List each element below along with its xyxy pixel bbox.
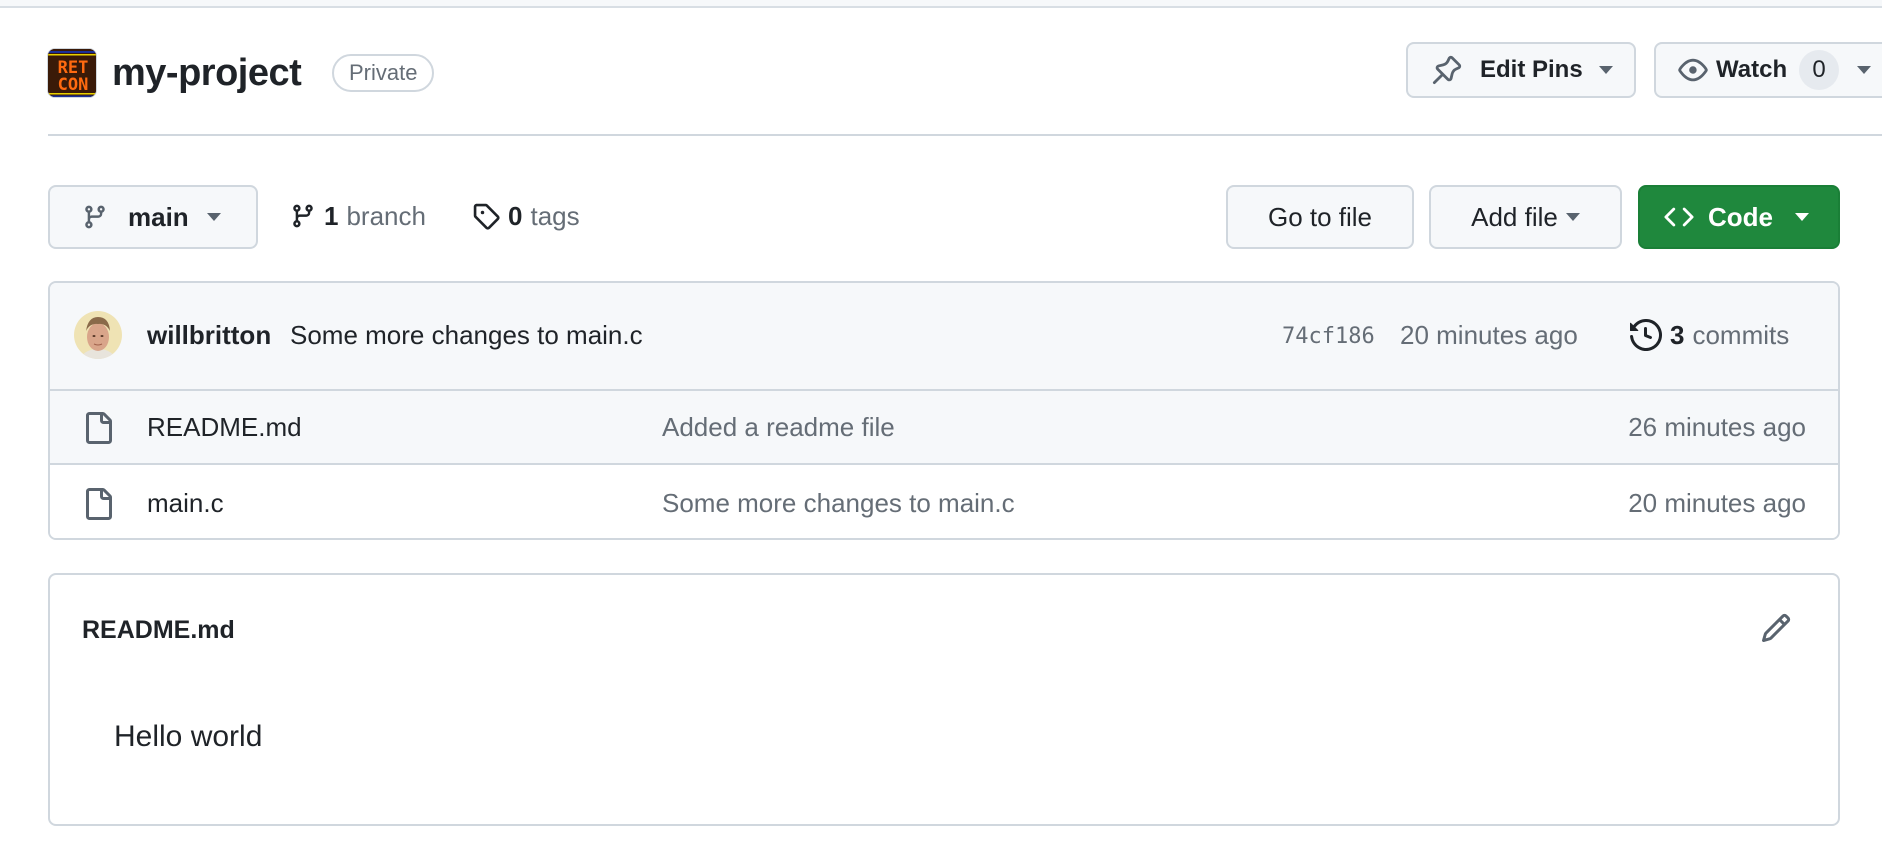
file-icon: [86, 412, 112, 444]
edit-pins-label: Edit Pins: [1480, 56, 1583, 83]
tags-link[interactable]: 0 tags: [472, 196, 580, 236]
tag-count: 0: [508, 200, 523, 231]
readme-content: Hello world: [114, 720, 263, 753]
pencil-icon: [1761, 613, 1791, 643]
tag-label: tags: [530, 200, 580, 231]
commit-count: 3: [1670, 320, 1685, 350]
author-avatar[interactable]: [74, 311, 122, 359]
chevron-down-icon: [1857, 66, 1872, 74]
user-photo-icon: [74, 311, 122, 359]
chevron-down-icon: [206, 213, 221, 221]
chevron-down-icon: [1795, 213, 1809, 221]
current-branch-label: main: [128, 201, 189, 232]
code-label: Code: [1708, 201, 1773, 232]
file-commit-time: 20 minutes ago: [1628, 488, 1806, 518]
pin-icon: [1432, 55, 1462, 85]
file-name[interactable]: main.c: [147, 485, 224, 521]
add-file-label: Add file: [1471, 201, 1558, 232]
latest-commit-bar: willbritton Some more changes to main.c …: [50, 283, 1838, 391]
branch-label: branch: [346, 200, 426, 231]
commit-label: commits: [1692, 320, 1790, 350]
repo-name[interactable]: my-project: [112, 46, 302, 100]
tag-icon: [473, 203, 500, 230]
branch-count: 1: [324, 200, 339, 231]
commits-history-link[interactable]: 3 commits: [1630, 315, 1789, 355]
file-commit-message[interactable]: Some more changes to main.c: [662, 485, 1015, 521]
svg-text:CON: CON: [58, 75, 89, 95]
commit-sha[interactable]: 74cf186: [1282, 319, 1375, 355]
file-commit-time: 26 minutes ago: [1628, 412, 1806, 442]
history-icon: [1630, 319, 1662, 351]
edit-readme-button[interactable]: [1760, 612, 1792, 649]
add-file-button[interactable]: Add file: [1429, 185, 1622, 249]
code-icon: [1664, 207, 1694, 227]
visibility-badge: Private: [332, 54, 435, 92]
code-button[interactable]: Code: [1638, 185, 1840, 249]
retcon-logo-icon: RET CON: [48, 49, 96, 97]
branches-link[interactable]: 1 branch: [290, 196, 426, 236]
watch-count: 0: [1799, 50, 1840, 90]
file-row[interactable]: main.c Some more changes to main.c 20 mi…: [50, 467, 1838, 538]
chevron-down-icon: [1565, 213, 1580, 221]
repo-owner-avatar[interactable]: RET CON: [47, 48, 97, 98]
watch-button[interactable]: Watch 0: [1654, 42, 1882, 98]
readme-panel: README.md Hello world: [48, 573, 1840, 826]
file-name[interactable]: README.md: [147, 409, 302, 445]
file-icon: [86, 488, 112, 520]
eye-icon: [1678, 58, 1708, 82]
commit-message[interactable]: Some more changes to main.c: [290, 317, 643, 353]
watch-label: Watch: [1716, 56, 1788, 83]
git-branch-icon: [293, 204, 313, 228]
file-browser: willbritton Some more changes to main.c …: [48, 281, 1840, 540]
chevron-down-icon: [1598, 66, 1613, 74]
edit-pins-button[interactable]: Edit Pins: [1406, 42, 1636, 98]
git-branch-icon: [85, 205, 105, 229]
file-commit-message[interactable]: Added a readme file: [662, 409, 895, 445]
branch-selector[interactable]: main: [48, 185, 258, 249]
header-divider: [48, 134, 1882, 136]
commit-author[interactable]: willbritton: [147, 317, 271, 353]
file-row[interactable]: README.md Added a readme file 26 minutes…: [50, 391, 1838, 465]
go-to-file-button[interactable]: Go to file: [1226, 185, 1414, 249]
top-navigation-edge: [0, 0, 1882, 8]
commit-time: 20 minutes ago: [1400, 320, 1578, 350]
readme-title[interactable]: README.md: [82, 613, 235, 647]
